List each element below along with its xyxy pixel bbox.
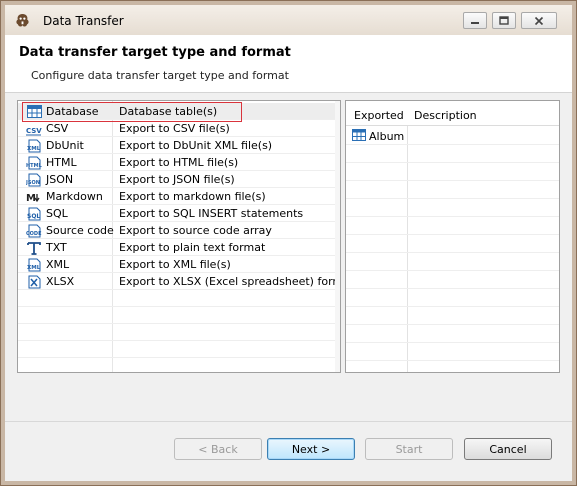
svg-text:JSON: JSON: [26, 180, 40, 186]
empty-row: [18, 307, 336, 324]
html-icon: HTML: [26, 155, 42, 170]
format-row-markdown[interactable]: M Markdown Export to markdown file(s): [18, 188, 336, 205]
format-row-csv[interactable]: CSV CSV Export to CSV file(s): [18, 120, 336, 137]
empty-row: [346, 289, 559, 307]
format-description: Export to JSON file(s): [119, 173, 235, 186]
empty-row: [346, 343, 559, 361]
close-button[interactable]: [521, 12, 557, 29]
sql-icon: SQL: [26, 206, 42, 221]
empty-row: [18, 341, 336, 358]
xml-icon: XML: [26, 138, 42, 153]
xml-icon: XML: [26, 257, 42, 272]
empty-row: [346, 217, 559, 235]
table-icon: [352, 129, 366, 142]
format-name: JSON: [46, 173, 74, 186]
page-title: Data transfer target type and format: [19, 45, 291, 60]
empty-row: [18, 358, 336, 372]
empty-row: [346, 181, 559, 199]
svg-text:M: M: [26, 193, 36, 204]
next-button[interactable]: Next >: [267, 438, 355, 460]
column-header-exported[interactable]: Exported: [354, 109, 404, 122]
format-name: SQL: [46, 207, 68, 220]
empty-row: [18, 290, 336, 307]
empty-row: [346, 271, 559, 289]
selection-highlight-box: [22, 102, 242, 122]
format-name: Source code: [46, 224, 114, 237]
format-description: Export to HTML file(s): [119, 156, 239, 169]
text-icon: [26, 240, 42, 255]
format-name: Markdown: [46, 190, 103, 203]
format-row-sql[interactable]: SQL SQL Export to SQL INSERT statements: [18, 205, 336, 222]
excel-icon: [26, 274, 42, 289]
format-name: XLSX: [46, 275, 75, 288]
svg-text:CODE: CODE: [26, 231, 42, 237]
exported-table[interactable]: Exported Description Album: [345, 100, 560, 373]
minimize-button[interactable]: [463, 12, 487, 29]
format-list[interactable]: Database Database table(s) CSV CSV Expor…: [17, 100, 341, 373]
format-row-source-code[interactable]: CODE Source code Export to source code a…: [18, 222, 336, 239]
format-row-xml[interactable]: XML XML Export to XML file(s): [18, 256, 336, 273]
format-description: Export to SQL INSERT statements: [119, 207, 304, 220]
json-icon: JSON: [26, 172, 42, 187]
empty-row: [346, 307, 559, 325]
empty-row: [346, 163, 559, 181]
column-header-description[interactable]: Description: [414, 109, 477, 122]
empty-row: [346, 199, 559, 217]
page-subtitle: Configure data transfer target type and …: [31, 69, 289, 82]
svg-text:XML: XML: [27, 265, 41, 271]
format-row-dbunit[interactable]: XML DbUnit Export to DbUnit XML file(s): [18, 137, 336, 154]
empty-row: [346, 145, 559, 163]
exported-name: Album: [369, 130, 405, 143]
code-icon: CODE: [26, 223, 42, 238]
format-name: CSV: [46, 122, 69, 135]
close-icon: [534, 16, 544, 25]
minimize-icon: [471, 21, 479, 24]
cancel-button[interactable]: Cancel: [464, 438, 552, 460]
maximize-button[interactable]: [492, 12, 516, 29]
dbeaver-app-icon: [16, 13, 29, 27]
format-row-xlsx[interactable]: XLSX Export to XLSX (Excel spreadsheet) …: [18, 273, 340, 290]
window-title: Data Transfer: [43, 14, 124, 28]
empty-row: [346, 325, 559, 343]
vertical-scrollbar[interactable]: [335, 101, 340, 372]
back-button[interactable]: < Back: [174, 438, 262, 460]
csv-icon: CSV: [26, 121, 42, 136]
format-name: DbUnit: [46, 139, 84, 152]
format-row-json[interactable]: JSON JSON Export to JSON file(s): [18, 171, 336, 188]
format-description: Export to CSV file(s): [119, 122, 230, 135]
data-transfer-dialog: Data Transfer Data transfer target type …: [0, 0, 577, 486]
empty-row: [346, 253, 559, 271]
title-bar: Data Transfer: [5, 5, 572, 35]
format-description: Export to DbUnit XML file(s): [119, 139, 273, 152]
format-description: Export to XLSX (Excel spreadsheet) forma…: [119, 275, 341, 288]
svg-text:CSV: CSV: [26, 127, 42, 135]
svg-text:XML: XML: [27, 146, 41, 152]
empty-row: [18, 324, 336, 341]
start-button[interactable]: Start: [365, 438, 453, 460]
format-description: Export to markdown file(s): [119, 190, 266, 203]
svg-text:SQL: SQL: [27, 213, 40, 220]
maximize-icon: [499, 16, 509, 25]
format-name: HTML: [46, 156, 77, 169]
format-description: Export to plain text format: [119, 241, 266, 254]
format-row-html[interactable]: HTML HTML Export to HTML file(s): [18, 154, 336, 171]
footer-separator: [5, 421, 572, 422]
format-description: Export to XML file(s): [119, 258, 231, 271]
format-row-txt[interactable]: TXT Export to plain text format: [18, 239, 336, 256]
empty-row: [346, 235, 559, 253]
table-header: Exported Description: [346, 101, 559, 126]
wizard-header: Data transfer target type and format Con…: [5, 35, 572, 93]
svg-text:HTML: HTML: [26, 163, 42, 169]
markdown-icon: M: [26, 189, 42, 204]
format-name: XML: [46, 258, 70, 271]
format-name: TXT: [46, 241, 67, 254]
exported-row-album[interactable]: Album: [346, 127, 559, 145]
format-description: Export to source code array: [119, 224, 272, 237]
